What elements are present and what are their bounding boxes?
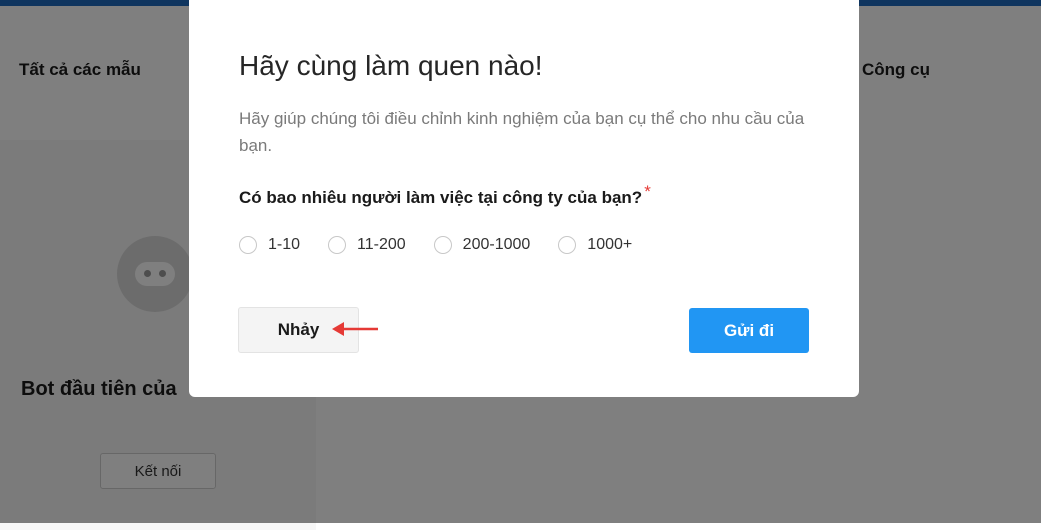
modal-title: Hãy cùng làm quen nào!	[239, 50, 543, 81]
send-button[interactable]: Gửi đi	[689, 308, 809, 353]
onboarding-modal: Hãy cùng làm quen nào! Hãy giúp chúng tô…	[189, 0, 859, 397]
radio-button[interactable]	[328, 236, 347, 254]
radio-button[interactable]	[558, 236, 577, 254]
option-200-1000[interactable]: 200-1000	[433, 236, 531, 254]
radio-button[interactable]	[433, 236, 452, 254]
option-label: 11-200	[357, 236, 406, 253]
option-label: 200-1000	[462, 236, 531, 253]
option-1-10[interactable]: 1-10	[239, 236, 300, 254]
option-label: 1000+	[587, 236, 633, 253]
question-text: Có bao nhiêu người làm việc tại công ty …	[239, 188, 643, 207]
radio-button[interactable]	[239, 236, 257, 254]
company-size-question: Có bao nhiêu người làm việc tại công ty …	[239, 182, 651, 208]
option-11-200[interactable]: 11-200	[328, 236, 406, 254]
option-label: 1-10	[268, 236, 301, 253]
required-mark: *	[644, 182, 651, 201]
option-1000-plus[interactable]: 1000+	[558, 236, 632, 254]
arrow-left-icon	[332, 322, 378, 336]
company-size-options: 1-10 11-200 200-1000 1000+	[239, 236, 660, 254]
modal-subtitle: Hãy giúp chúng tôi điều chỉnh kinh nghiệ…	[239, 109, 805, 155]
